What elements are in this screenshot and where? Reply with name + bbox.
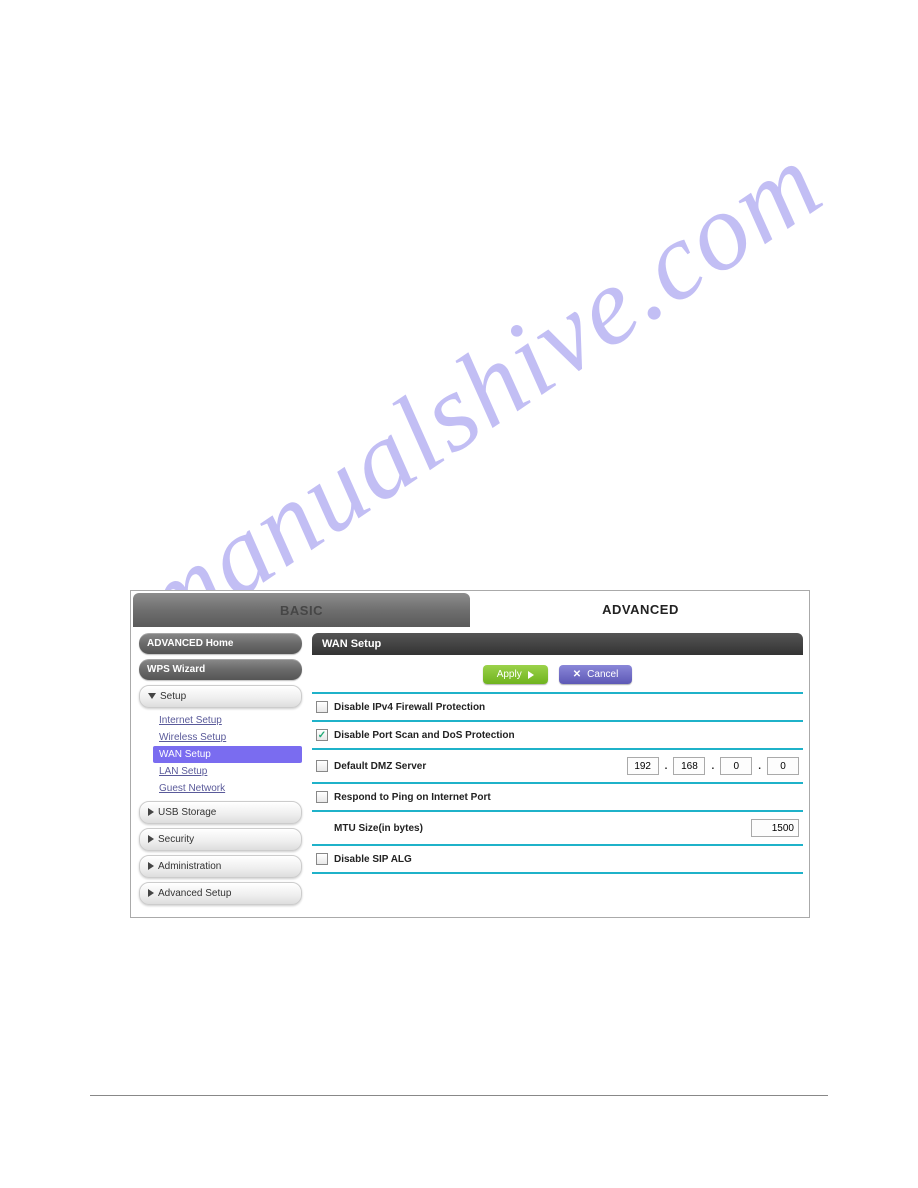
tab-advanced[interactable]: ADVANCED xyxy=(472,591,809,627)
label-respond-ping: Respond to Ping on Internet Port xyxy=(334,792,799,803)
chevron-right-icon xyxy=(148,889,154,897)
sidebar-administration[interactable]: Administration xyxy=(139,855,302,878)
checkbox-respond-ping[interactable] xyxy=(316,791,328,803)
sidebar-item-wan-setup[interactable]: WAN Setup xyxy=(153,746,302,763)
apply-button-label: Apply xyxy=(497,669,522,680)
watermark-text: manualshive.com xyxy=(113,118,845,669)
sidebar-item-internet-setup[interactable]: Internet Setup xyxy=(153,712,302,729)
sidebar-item-lan-setup[interactable]: LAN Setup xyxy=(153,763,302,780)
dmz-ip-octet-4[interactable] xyxy=(767,757,799,775)
sidebar-setup-label: Setup xyxy=(160,691,186,702)
button-bar: Apply ✕ Cancel xyxy=(312,655,803,694)
dmz-ip-group: . . . xyxy=(627,757,799,775)
row-respond-ping: Respond to Ping on Internet Port xyxy=(312,784,803,812)
dmz-ip-octet-2[interactable] xyxy=(673,757,705,775)
label-default-dmz: Default DMZ Server xyxy=(334,761,621,772)
chevron-right-icon xyxy=(148,835,154,843)
sidebar-setup-header[interactable]: Setup xyxy=(139,685,302,708)
sidebar-advanced-home[interactable]: ADVANCED Home xyxy=(139,633,302,654)
sidebar-advanced-setup[interactable]: Advanced Setup xyxy=(139,882,302,905)
sidebar-setup-submenu: Internet Setup Wireless Setup WAN Setup … xyxy=(139,712,302,801)
row-disable-portscan: ✓ Disable Port Scan and DoS Protection xyxy=(312,722,803,750)
sidebar-security[interactable]: Security xyxy=(139,828,302,851)
dmz-ip-octet-3[interactable] xyxy=(720,757,752,775)
checkbox-disable-ipv4[interactable] xyxy=(316,701,328,713)
checkbox-default-dmz[interactable] xyxy=(316,760,328,772)
cancel-button[interactable]: ✕ Cancel xyxy=(559,665,633,684)
close-icon: ✕ xyxy=(573,669,581,680)
cancel-button-label: Cancel xyxy=(587,669,618,680)
sidebar-admin-label: Administration xyxy=(158,861,221,872)
router-admin-screenshot: BASIC ADVANCED ADVANCED Home WPS Wizard … xyxy=(130,590,810,918)
apply-button[interactable]: Apply xyxy=(483,665,548,684)
main-panel: WAN Setup Apply ✕ Cancel Disable IPv4 Fi… xyxy=(306,627,809,917)
label-disable-portscan: Disable Port Scan and DoS Protection xyxy=(334,730,799,741)
label-mtu: MTU Size(in bytes) xyxy=(316,823,745,834)
sidebar-item-wireless-setup[interactable]: Wireless Setup xyxy=(153,729,302,746)
row-default-dmz: Default DMZ Server . . . xyxy=(312,750,803,784)
sidebar-item-guest-network[interactable]: Guest Network xyxy=(153,780,302,797)
label-disable-sip: Disable SIP ALG xyxy=(334,854,799,865)
mtu-input[interactable] xyxy=(751,819,799,837)
sidebar: ADVANCED Home WPS Wizard Setup Internet … xyxy=(131,627,306,917)
chevron-right-icon xyxy=(148,862,154,870)
checkbox-disable-portscan[interactable]: ✓ xyxy=(316,729,328,741)
sidebar-security-label: Security xyxy=(158,834,194,845)
sidebar-advsetup-label: Advanced Setup xyxy=(158,888,231,899)
chevron-right-icon xyxy=(148,808,154,816)
dmz-ip-octet-1[interactable] xyxy=(627,757,659,775)
label-disable-ipv4: Disable IPv4 Firewall Protection xyxy=(334,702,799,713)
dot-separator: . xyxy=(709,761,716,772)
chevron-down-icon xyxy=(148,693,156,699)
mtu-field-wrap xyxy=(751,819,799,837)
checkbox-disable-sip[interactable] xyxy=(316,853,328,865)
sidebar-wps-wizard[interactable]: WPS Wizard xyxy=(139,659,302,680)
row-disable-sip: Disable SIP ALG xyxy=(312,846,803,874)
play-icon xyxy=(528,671,534,679)
dot-separator: . xyxy=(756,761,763,772)
sidebar-usb-storage[interactable]: USB Storage xyxy=(139,801,302,824)
panel-title: WAN Setup xyxy=(312,633,803,655)
row-disable-ipv4: Disable IPv4 Firewall Protection xyxy=(312,694,803,722)
tab-basic[interactable]: BASIC xyxy=(133,593,470,627)
top-tabs: BASIC ADVANCED xyxy=(131,591,809,627)
sidebar-usb-label: USB Storage xyxy=(158,807,216,818)
dot-separator: . xyxy=(663,761,670,772)
row-mtu: MTU Size(in bytes) xyxy=(312,812,803,846)
footer-divider xyxy=(90,1095,828,1096)
